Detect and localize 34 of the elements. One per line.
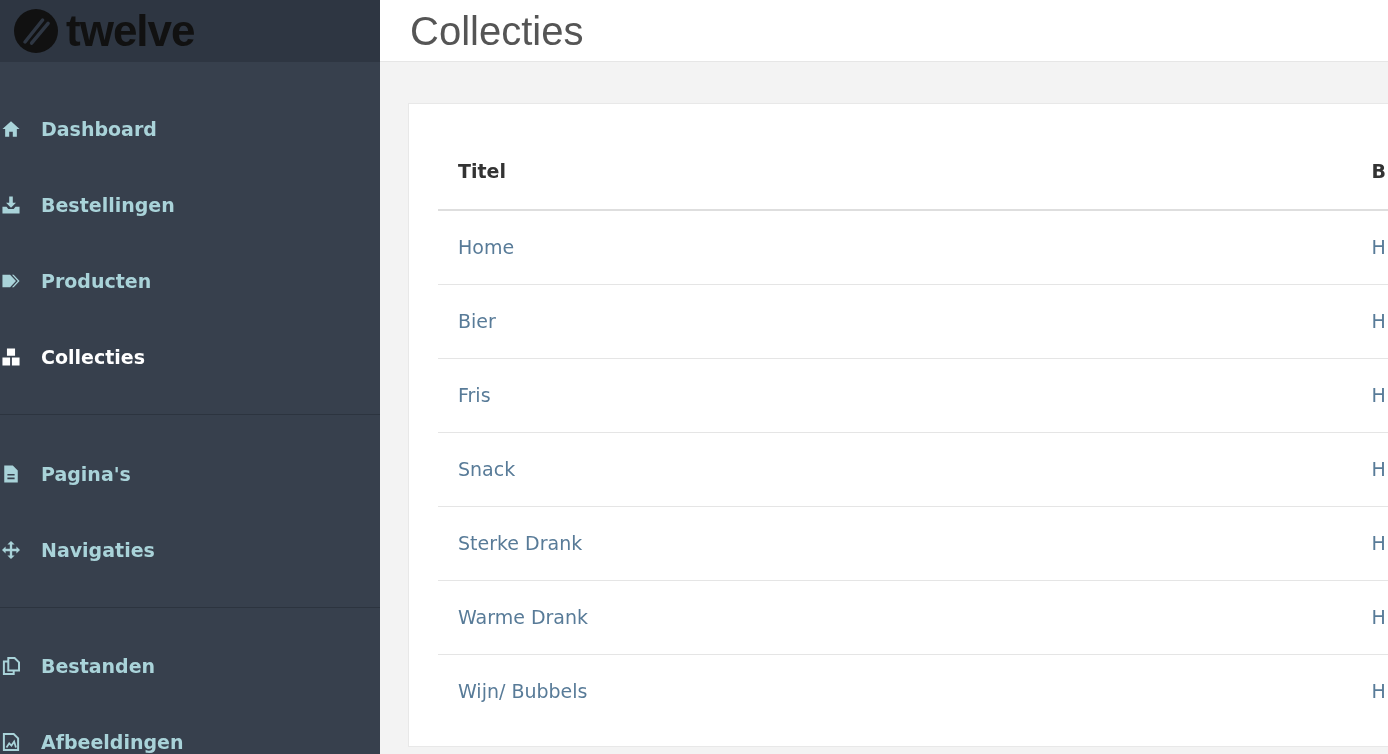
document-icon	[2, 465, 20, 483]
collection-link[interactable]: Fris	[458, 384, 491, 406]
collection-link[interactable]: Bier	[458, 310, 496, 332]
sidebar-item[interactable]: Collecties	[0, 346, 380, 368]
sidebar-item[interactable]: Dashboard	[0, 118, 380, 140]
collection-link[interactable]: Warme Drank	[458, 606, 589, 628]
table-link[interactable]: H	[1371, 236, 1386, 259]
table-link[interactable]: H	[1371, 606, 1386, 628]
files-icon	[2, 657, 20, 675]
house-icon	[2, 120, 20, 138]
column-header: Titel	[438, 133, 1352, 210]
image-file-icon	[2, 733, 20, 751]
move-arrows-icon	[2, 541, 20, 559]
collection-link[interactable]: Home	[458, 236, 515, 259]
table-link[interactable]: H	[1371, 532, 1386, 554]
sidebar-item[interactable]: Producten	[0, 270, 380, 292]
sidebar-item[interactable]: Bestanden	[0, 655, 380, 677]
cubes-icon	[2, 348, 20, 366]
collection-link[interactable]: Sterke Drank	[458, 532, 583, 554]
column-header: B	[1351, 133, 1388, 210]
collection-link[interactable]: Snack	[458, 458, 516, 480]
sidebar-item[interactable]: Afbeeldingen	[0, 731, 380, 753]
sidebar-item[interactable]: Bestellingen	[0, 194, 380, 216]
table-link[interactable]: H	[1371, 310, 1386, 332]
logo-icon	[14, 9, 58, 53]
table-link[interactable]: H	[1371, 458, 1386, 480]
sidebar-item[interactable]: Navigaties	[0, 539, 380, 561]
page-title: Collecties	[410, 8, 584, 53]
collection-link[interactable]: Wijn/ Bubbels	[458, 680, 588, 703]
tags-icon	[2, 272, 20, 290]
sidebar-item[interactable]: Pagina's	[0, 463, 380, 485]
table-link[interactable]: H	[1371, 680, 1386, 703]
download-icon	[2, 196, 20, 214]
table-link[interactable]: H	[1371, 384, 1386, 406]
